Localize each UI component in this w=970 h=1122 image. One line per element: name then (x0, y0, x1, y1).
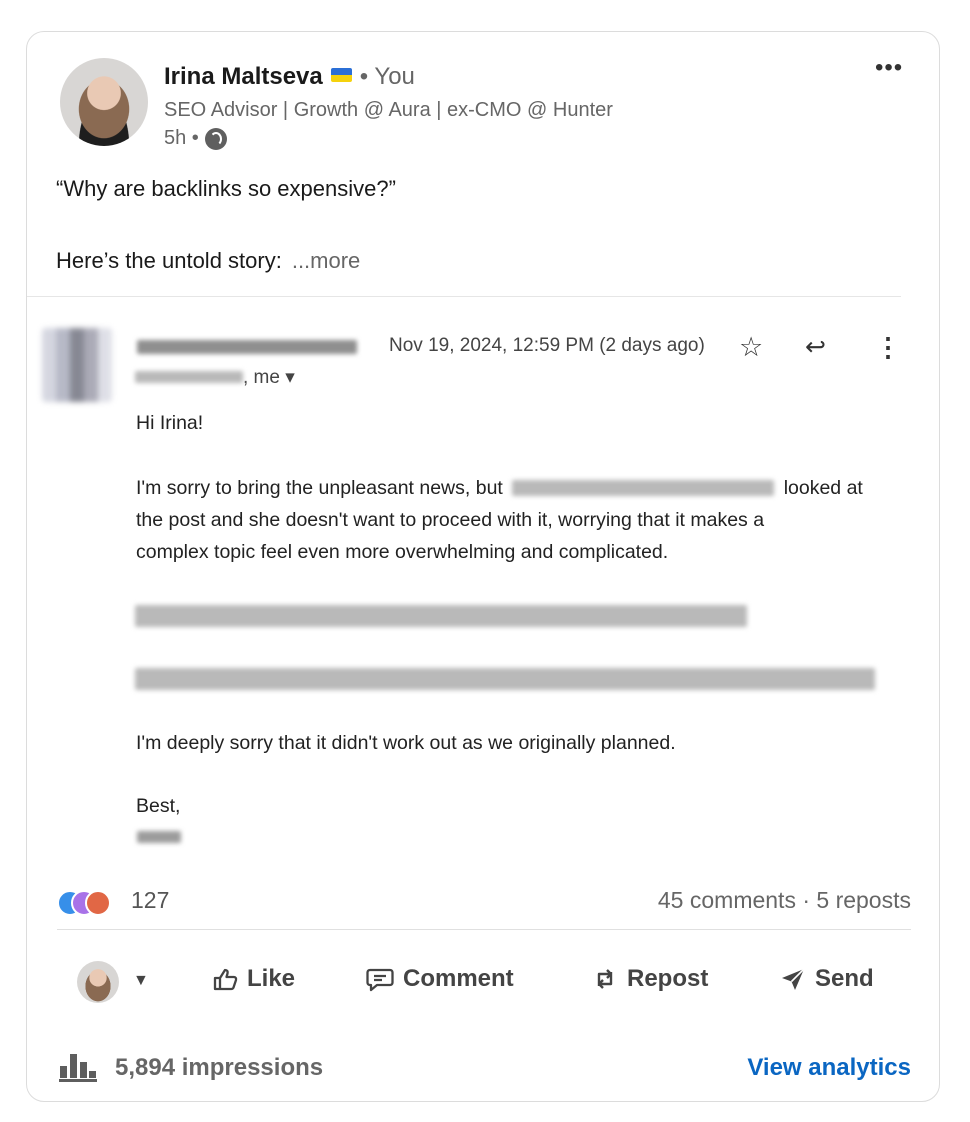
email-date: Nov 19, 2024, 12:59 PM (2 days ago) (389, 335, 705, 356)
email-recipients: , me ▾ (135, 366, 295, 389)
you-label: • You (359, 63, 415, 90)
reply-icon: ↩ (805, 333, 826, 361)
email-para1-line3: complex topic feel even more overwhelmin… (136, 541, 669, 563)
repost-icon (597, 969, 613, 989)
redacted-paragraph-line (135, 668, 875, 690)
email-para1-start: I'm sorry to bring the unpleasant news, … (136, 477, 503, 499)
recipients-me: , me (243, 367, 280, 388)
author-headline: SEO Advisor | Growth @ Aura | ex-CMO @ H… (164, 99, 613, 121)
email-signoff: Best, (136, 795, 181, 817)
see-more-link[interactable]: ...more (292, 248, 360, 273)
dropdown-caret-icon: ▾ (285, 367, 295, 388)
reaction-count[interactable]: 127 (131, 887, 169, 914)
star-icon: ☆ (739, 332, 764, 362)
repost-label: Repost (627, 965, 709, 992)
comment-button[interactable]: Comment (365, 965, 514, 993)
author-name[interactable]: Irina Maltseva (164, 63, 323, 90)
comment-label: Comment (403, 965, 514, 992)
post-meta: 5h • (164, 127, 227, 150)
redacted-paragraph-line (135, 605, 747, 627)
globe-icon (204, 127, 227, 150)
name-redacted (512, 480, 775, 496)
email-para1-line1: I'm sorry to bring the unpleasant news, … (136, 477, 863, 500)
email-para1-line2: the post and she doesn't want to proceed… (136, 509, 765, 531)
signature-redacted (137, 831, 181, 843)
ukraine-flag-icon (330, 68, 352, 82)
post-text-story: Here’s the untold story: (56, 248, 282, 273)
sender-avatar-pixelated (42, 328, 112, 402)
more-options-button[interactable]: ••• (875, 54, 903, 82)
email-para3: I'm deeply sorry that it didn't work out… (136, 732, 676, 754)
send-icon (782, 968, 805, 990)
email-para1-end: looked at (783, 477, 863, 499)
comments-reposts-count[interactable]: 45 comments · 5 reposts (658, 887, 911, 914)
send-label: Send (815, 965, 874, 992)
sender-name-redacted (137, 340, 357, 354)
repost-button[interactable]: Repost (591, 965, 708, 993)
chevron-down-icon[interactable]: ▼ (133, 972, 149, 990)
divider (57, 929, 911, 930)
author-avatar[interactable] (60, 58, 148, 146)
view-analytics-link[interactable]: View analytics (747, 1054, 911, 1082)
analytics-bar-chart-icon (59, 1054, 97, 1082)
impressions-count: 5,894 impressions (115, 1054, 324, 1081)
like-button[interactable]: Like (211, 965, 295, 993)
post-text-line1: “Why are backlinks so expensive?” (56, 176, 396, 201)
post-card: Irina Maltseva • You SEO Advisor | Growth… (26, 31, 940, 1102)
post-time: 5h • (164, 127, 199, 149)
love-reaction-icon (85, 890, 111, 916)
send-button[interactable]: Send (779, 965, 874, 993)
actor-avatar[interactable] (77, 961, 119, 1003)
author-name-row: Irina Maltseva • You (164, 63, 415, 91)
thumbs-up-icon (213, 968, 238, 991)
email-greeting: Hi Irina! (136, 412, 204, 434)
email-more-icon: ⋮ (875, 332, 901, 362)
recipient-redacted (135, 371, 243, 383)
divider (27, 296, 901, 297)
post-text-line2: Here’s the untold story: ...more (56, 248, 360, 274)
comment-icon (366, 968, 394, 992)
like-label: Like (247, 965, 296, 992)
